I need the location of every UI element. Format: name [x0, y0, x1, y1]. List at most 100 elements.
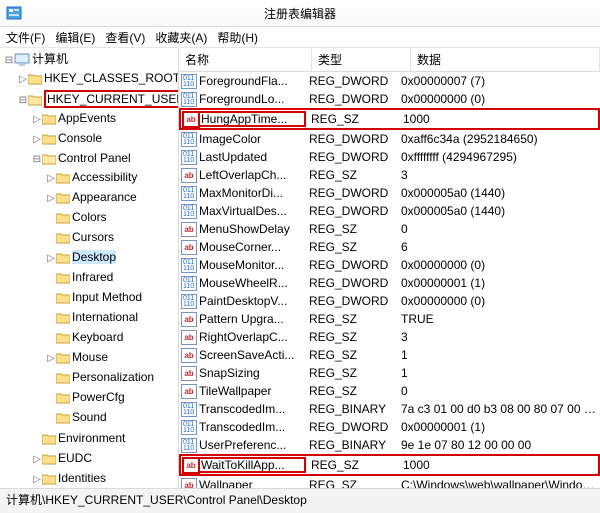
tree-computer[interactable]: ⊟计算机 ▷HKEY_CLASSES_ROOT ⊟HKEY_CURRENT_US… — [4, 50, 178, 494]
value-type: REG_SZ — [303, 384, 395, 398]
value-row[interactable]: ForegroundLo...REG_DWORD0x00000000 (0) — [179, 90, 600, 108]
tree-keyboard[interactable]: Keyboard — [46, 328, 178, 348]
folder-icon — [56, 292, 70, 304]
value-row[interactable]: abLeftOverlapCh...REG_SZ3 — [179, 166, 600, 184]
expand-icon[interactable]: ▷ — [32, 112, 42, 128]
menu-view[interactable]: 查看(V) — [105, 29, 145, 46]
collapse-icon[interactable]: ⊟ — [4, 53, 14, 69]
expand-icon[interactable] — [46, 411, 56, 427]
tree-console[interactable]: ▷Console — [32, 129, 178, 149]
value-row[interactable]: abScreenSaveActi...REG_SZ1 — [179, 346, 600, 364]
collapse-icon[interactable]: ⊟ — [18, 93, 28, 109]
value-row[interactable]: abRightOverlapC...REG_SZ3 — [179, 328, 600, 346]
tree-mouse[interactable]: ▷Mouse — [46, 348, 178, 368]
collapse-icon[interactable]: ⊟ — [32, 152, 42, 168]
tree-environment[interactable]: Environment — [32, 429, 178, 449]
value-row[interactable]: ForegroundFla...REG_DWORD0x00000007 (7) — [179, 72, 600, 90]
string-icon: ab — [181, 348, 197, 363]
value-row[interactable]: abTileWallpaperREG_SZ0 — [179, 382, 600, 400]
value-data: 0x00000001 (1) — [395, 276, 598, 290]
value-row[interactable]: TranscodedIm...REG_DWORD0x00000001 (1) — [179, 418, 600, 436]
value-data: 0 — [395, 384, 598, 398]
expand-icon[interactable]: ▷ — [18, 72, 28, 88]
tree-controlpanel[interactable]: ⊟Control Panel ▷Accessibility▷Appearance… — [32, 149, 178, 429]
value-data: 0x00000000 (0) — [395, 92, 598, 106]
binary-icon — [181, 438, 197, 453]
expand-icon[interactable]: ▷ — [46, 191, 56, 207]
expand-icon[interactable] — [46, 291, 56, 307]
binary-icon — [181, 294, 197, 309]
value-row[interactable]: MouseWheelR...REG_DWORD0x00000001 (1) — [179, 274, 600, 292]
value-type: REG_DWORD — [303, 92, 395, 106]
menu-edit[interactable]: 编辑(E) — [55, 29, 95, 46]
menu-file[interactable]: 文件(F) — [6, 29, 45, 46]
string-icon: ab — [181, 168, 197, 183]
menu-fav[interactable]: 收藏夹(A) — [155, 29, 207, 46]
string-icon: ab — [181, 312, 197, 327]
tree-appevents[interactable]: ▷AppEvents — [32, 109, 178, 129]
expand-icon[interactable] — [46, 211, 56, 227]
value-name: PaintDesktopV... — [199, 294, 303, 308]
value-name: RightOverlapC... — [199, 330, 303, 344]
value-row[interactable]: ImageColorREG_DWORD0xaff6c34a (295218465… — [179, 130, 600, 148]
tree-panel[interactable]: ⊟计算机 ▷HKEY_CLASSES_ROOT ⊟HKEY_CURRENT_US… — [0, 48, 179, 494]
tree-powercfg[interactable]: PowerCfg — [46, 388, 178, 408]
value-data: 1000 — [397, 458, 596, 472]
value-row[interactable]: abMouseCorner...REG_SZ6 — [179, 238, 600, 256]
tree-eudc[interactable]: ▷EUDC — [32, 449, 178, 469]
expand-icon[interactable]: ▷ — [32, 132, 42, 148]
value-row[interactable]: abHungAppTime...REG_SZ1000 — [179, 108, 600, 130]
value-row[interactable]: abWaitToKillApp...REG_SZ1000 — [179, 454, 600, 476]
value-row[interactable]: PaintDesktopV...REG_DWORD0x00000000 (0) — [179, 292, 600, 310]
value-name: MouseMonitor... — [199, 258, 303, 272]
menu-help[interactable]: 帮助(H) — [217, 29, 258, 46]
value-row[interactable]: MouseMonitor...REG_DWORD0x00000000 (0) — [179, 256, 600, 274]
tree-infrared[interactable]: Infrared — [46, 268, 178, 288]
tree-hkcr[interactable]: ▷HKEY_CLASSES_ROOT — [18, 69, 178, 89]
value-row[interactable]: MaxMonitorDi...REG_DWORD0x000005a0 (1440… — [179, 184, 600, 202]
value-row[interactable]: UserPreferenc...REG_BINARY9e 1e 07 80 12… — [179, 436, 600, 454]
value-name: MaxVirtualDes... — [199, 204, 303, 218]
expand-icon[interactable]: ▷ — [46, 351, 56, 367]
expand-icon[interactable] — [46, 271, 56, 287]
folder-icon — [56, 372, 70, 384]
tree-personalization[interactable]: Personalization — [46, 368, 178, 388]
value-row[interactable]: abPattern Upgra...REG_SZTRUE — [179, 310, 600, 328]
value-row[interactable]: MaxVirtualDes...REG_DWORD0x000005a0 (144… — [179, 202, 600, 220]
expand-icon[interactable] — [46, 331, 56, 347]
value-name: WaitToKillApp... — [199, 458, 305, 472]
tree-desktop[interactable]: ▷Desktop — [46, 248, 178, 268]
expand-icon[interactable] — [46, 371, 56, 387]
expand-icon[interactable] — [46, 391, 56, 407]
value-row[interactable]: TranscodedIm...REG_BINARY7a c3 01 00 d0 … — [179, 400, 600, 418]
tree-colors[interactable]: Colors — [46, 208, 178, 228]
col-type[interactable]: 类型 — [312, 48, 411, 71]
value-row[interactable]: abMenuShowDelayREG_SZ0 — [179, 220, 600, 238]
value-data: 0x00000001 (1) — [395, 420, 598, 434]
string-icon: ab — [183, 458, 199, 473]
expand-icon[interactable]: ▷ — [32, 472, 42, 488]
value-row[interactable]: abSnapSizingREG_SZ1 — [179, 364, 600, 382]
tree-accessibility[interactable]: ▷Accessibility — [46, 168, 178, 188]
tree-sound[interactable]: Sound — [46, 408, 178, 428]
tree-international[interactable]: International — [46, 308, 178, 328]
value-row[interactable]: LastUpdatedREG_DWORD0xffffffff (42949672… — [179, 148, 600, 166]
value-name: MaxMonitorDi... — [199, 186, 303, 200]
blank-icon — [32, 432, 42, 448]
tree-identities[interactable]: ▷Identities — [32, 469, 178, 489]
folder-icon — [56, 352, 70, 364]
tree-cursors[interactable]: Cursors — [46, 228, 178, 248]
col-name[interactable]: 名称 — [179, 48, 312, 71]
expand-icon[interactable]: ▷ — [46, 251, 56, 267]
value-type: REG_DWORD — [303, 294, 395, 308]
tree-inputmethod[interactable]: Input Method — [46, 288, 178, 308]
value-type: REG_DWORD — [303, 132, 395, 146]
col-data[interactable]: 数据 — [411, 48, 600, 71]
tree-appearance[interactable]: ▷Appearance — [46, 188, 178, 208]
expand-icon[interactable] — [46, 311, 56, 327]
tree-hkcu[interactable]: ⊟HKEY_CURRENT_USER ▷AppEvents ▷Console ⊟… — [18, 89, 178, 494]
expand-icon[interactable]: ▷ — [46, 171, 56, 187]
value-list[interactable]: 名称 类型 数据 ForegroundFla...REG_DWORD0x0000… — [179, 48, 600, 494]
expand-icon[interactable] — [46, 231, 56, 247]
expand-icon[interactable]: ▷ — [32, 452, 42, 468]
